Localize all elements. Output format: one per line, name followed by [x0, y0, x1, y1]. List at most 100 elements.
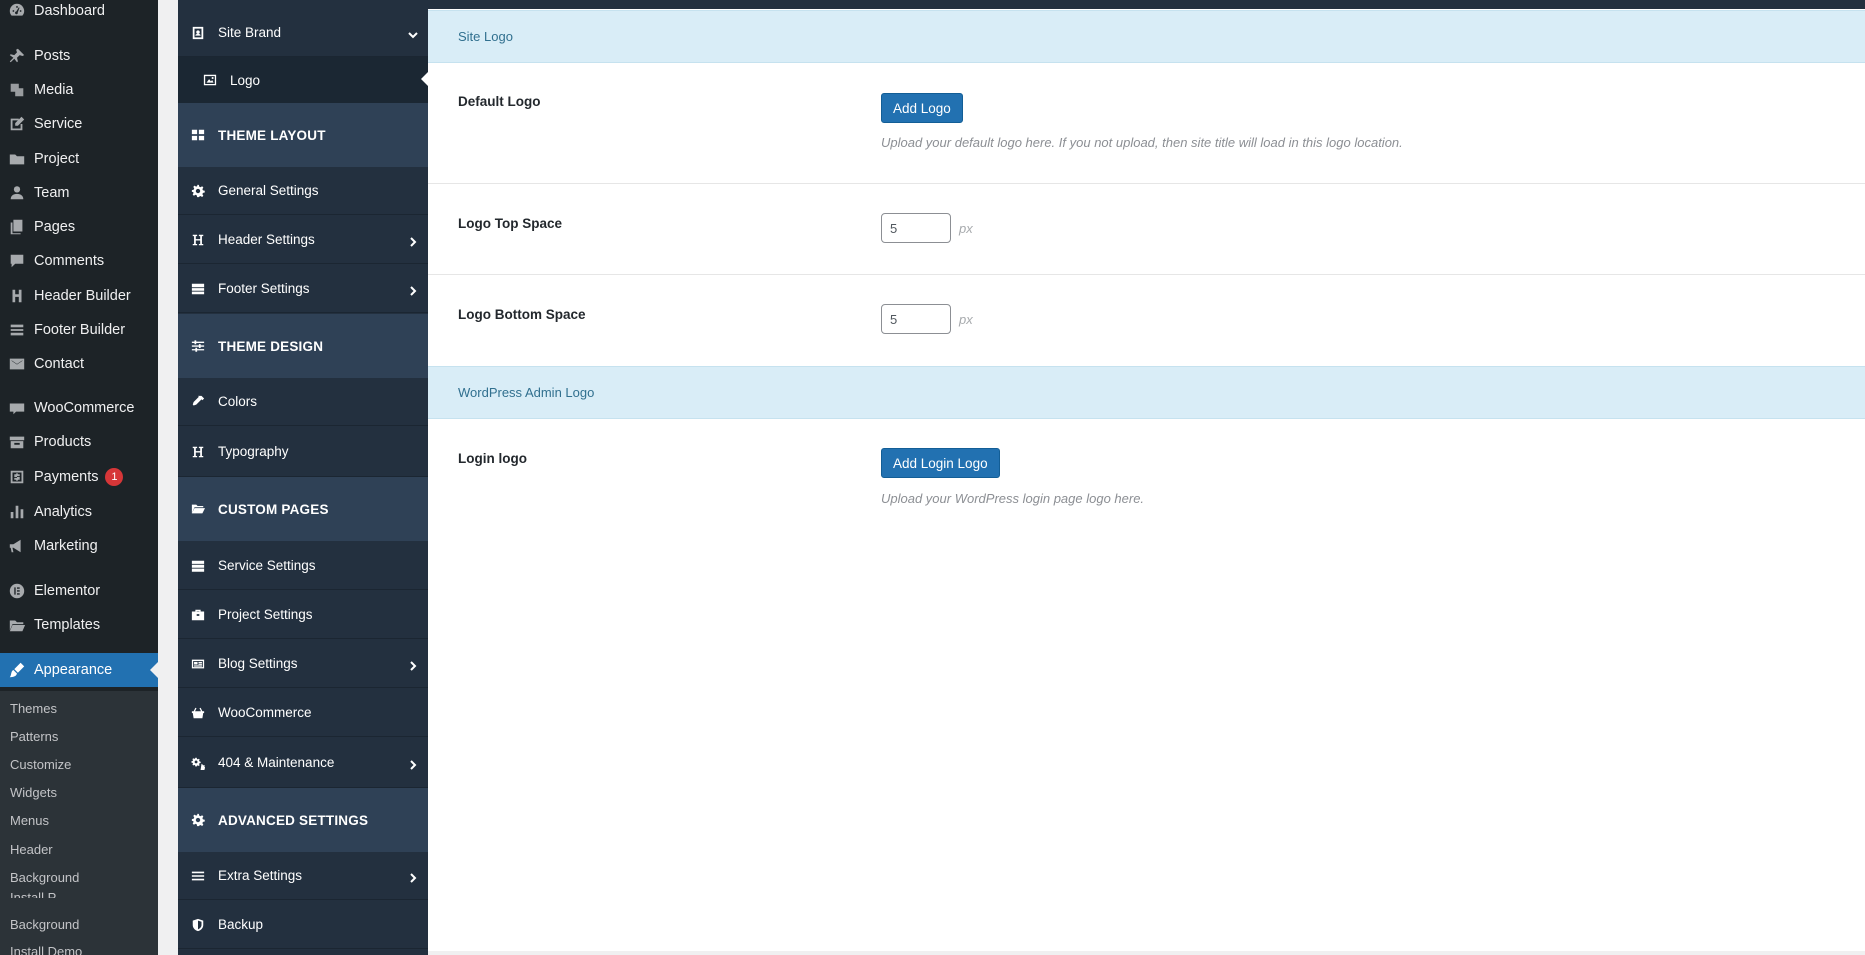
options-content: Site Logo Default Logo Add Logo Upload y…	[428, 0, 1865, 951]
menu-comments[interactable]: Comments	[0, 247, 158, 275]
archive-icon	[0, 433, 34, 451]
opt-project-settings[interactable]: Project Settings	[178, 591, 428, 639]
px-unit: px	[959, 221, 973, 236]
submenu-header[interactable]: Header	[10, 842, 53, 857]
menu-label: Payments	[34, 469, 99, 485]
menu-label: Footer Builder	[34, 322, 126, 338]
menu-products[interactable]: Products	[0, 428, 158, 456]
opt-woocommerce[interactable]: WooCommerce	[178, 689, 428, 737]
menu-label: WooCommerce	[34, 400, 135, 416]
menu-label: Analytics	[34, 504, 93, 520]
opt-label: WooCommerce	[218, 705, 312, 720]
logo-top-space-label: Logo Top Space	[458, 216, 562, 231]
section-theme-layout: THEME LAYOUT	[178, 103, 428, 167]
opt-blog-settings[interactable]: Blog Settings	[178, 640, 428, 688]
submenu-background[interactable]: Background	[10, 870, 79, 885]
image-icon	[190, 73, 230, 87]
menu-header-builder[interactable]: Header Builder	[0, 282, 158, 310]
opt-footer-settings[interactable]: Footer Settings	[178, 265, 428, 313]
menu-label: Contact	[34, 356, 84, 372]
opt-service-settings[interactable]: Service Settings	[178, 542, 428, 590]
menu-team[interactable]: Team	[0, 179, 158, 207]
site-logo-heading: Site Logo	[428, 10, 1865, 63]
folder-open-icon	[178, 502, 218, 516]
opt-label: Blog Settings	[218, 656, 298, 671]
brush-icon	[0, 661, 34, 679]
chevron-right-icon	[408, 284, 418, 296]
opt-extra-settings[interactable]: Extra Settings	[178, 852, 428, 900]
opt-label: Logo	[230, 72, 261, 88]
gear-icon	[178, 184, 218, 198]
opt-label: Header Settings	[218, 232, 315, 247]
menu-analytics[interactable]: Analytics	[0, 498, 158, 526]
opt-label: Extra Settings	[218, 868, 303, 883]
section-label: CUSTOM PAGES	[218, 501, 329, 517]
login-logo-description: Upload your WordPress login page logo he…	[881, 491, 1145, 506]
menu-label: Service	[34, 116, 83, 132]
submenu-menus[interactable]: Menus	[10, 813, 49, 828]
opt-backup[interactable]: Backup	[178, 901, 428, 949]
logo-bottom-space-input[interactable]	[881, 304, 951, 334]
add-login-logo-button[interactable]: Add Login Logo	[881, 448, 1000, 478]
menu-project[interactable]: Project	[0, 145, 158, 173]
menu-footer-builder[interactable]: Footer Builder	[0, 316, 158, 344]
menu-appearance[interactable]: Appearance	[0, 653, 158, 687]
menu-label: Project	[34, 151, 80, 167]
logo-top-space-input[interactable]	[881, 213, 951, 243]
opt-logo[interactable]: Logo	[178, 57, 428, 103]
h-icon	[0, 287, 34, 305]
field-logo-top-space: Logo Top Space px	[428, 184, 1865, 275]
heading-icon	[178, 445, 218, 459]
submenu-install-demo[interactable]: Install Demo	[10, 944, 82, 955]
media-icon	[0, 81, 34, 99]
opt-site-brand[interactable]: Site Brand	[178, 9, 428, 57]
woo-icon	[0, 399, 34, 417]
megaphone-icon	[0, 537, 34, 555]
opt-general-settings[interactable]: General Settings	[178, 167, 428, 215]
submenu-widgets[interactable]: Widgets	[10, 785, 57, 800]
logo-bottom-space-label: Logo Bottom Space	[458, 307, 586, 322]
pages-icon	[0, 218, 34, 236]
menu-label: Media	[34, 82, 74, 98]
admin-sidebar: Dashboard Posts Media Service Project Te…	[0, 0, 158, 955]
menu-contact[interactable]: Contact	[0, 350, 158, 378]
menu-elementor[interactable]: Elementor	[0, 577, 158, 605]
menu-templates[interactable]: Templates	[0, 611, 158, 639]
folder-icon	[0, 150, 34, 168]
menu-label: Team	[34, 185, 70, 201]
submenu-install-partial[interactable]: Install P...	[10, 890, 65, 898]
eyedropper-icon	[178, 395, 218, 409]
newspaper-icon	[178, 657, 218, 671]
section-label: ADVANCED SETTINGS	[218, 812, 369, 828]
menu-woocommerce[interactable]: WooCommerce	[0, 394, 158, 422]
basket-icon	[178, 706, 218, 720]
heading-icon	[178, 233, 218, 247]
submenu-customize[interactable]: Customize	[10, 757, 71, 772]
menu-marketing[interactable]: Marketing	[0, 532, 158, 560]
menu-posts[interactable]: Posts	[0, 42, 158, 70]
dollar-icon	[0, 468, 34, 486]
opt-label: Service Settings	[218, 558, 316, 573]
edit-icon	[0, 115, 34, 133]
opt-label: 404 & Maintenance	[218, 755, 335, 770]
submenu-background-2[interactable]: Background	[10, 917, 79, 932]
opt-typography[interactable]: Typography	[178, 427, 428, 477]
menu-service[interactable]: Service	[0, 110, 158, 138]
opt-label: General Settings	[218, 183, 319, 198]
menu-media[interactable]: Media	[0, 76, 158, 104]
menu-label: Appearance	[34, 662, 113, 678]
submenu-patterns[interactable]: Patterns	[10, 729, 58, 744]
default-logo-label: Default Logo	[458, 94, 541, 109]
menu-dashboard[interactable]: Dashboard	[0, 0, 158, 25]
menu-payments[interactable]: Payments 1	[0, 463, 158, 491]
chevron-down-icon	[408, 28, 418, 38]
submenu-themes[interactable]: Themes	[10, 701, 57, 716]
opt-colors[interactable]: Colors	[178, 378, 428, 426]
menu-pages[interactable]: Pages	[0, 213, 158, 241]
default-logo-description: Upload your default logo here. If you no…	[881, 135, 1403, 150]
opt-label: Footer Settings	[218, 281, 310, 296]
menu-label: Marketing	[34, 538, 98, 554]
add-logo-button[interactable]: Add Logo	[881, 93, 963, 123]
opt-header-settings[interactable]: Header Settings	[178, 216, 428, 264]
opt-404-maintenance[interactable]: 404 & Maintenance	[178, 738, 428, 788]
